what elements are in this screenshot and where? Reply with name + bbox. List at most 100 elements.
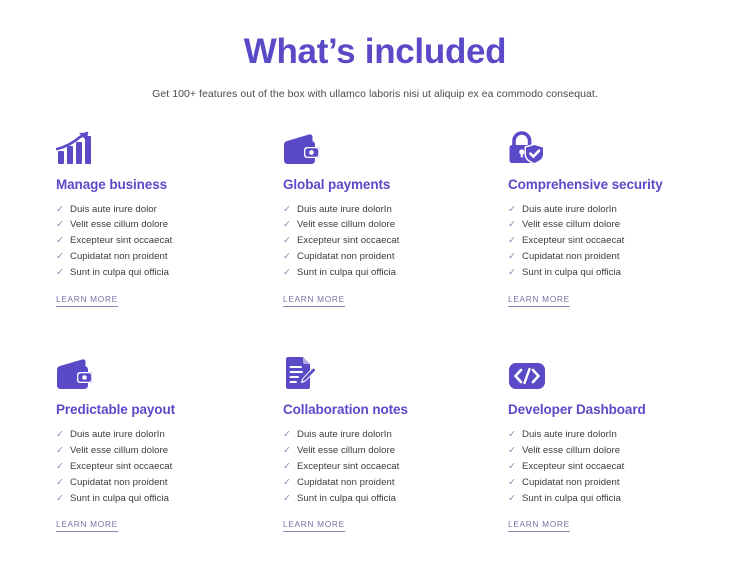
check-icon: ✓ (283, 251, 291, 263)
check-icon: ✓ (283, 267, 291, 279)
list-item-label: Sunt in culpa qui officia (297, 267, 396, 279)
feature-list: ✓ Duis aute irure dolor ✓ Velit esse cil… (56, 203, 283, 284)
check-icon: ✓ (283, 235, 291, 247)
list-item: ✓ Cupidatat non proident (283, 252, 508, 268)
list-item-label: Sunt in culpa qui officia (70, 492, 169, 504)
list-item: ✓ Sunt in culpa qui officia (56, 492, 283, 510)
feature-card-title: Developer Dashboard (508, 401, 646, 417)
list-item: ✓ Excepteur sint occaecat (508, 236, 710, 252)
feature-card-title: Collaboration notes (283, 401, 408, 417)
feature-card-comprehensive-security: Comprehensive security ✓ Duis aute irure… (508, 127, 710, 307)
list-item-label: Duis aute irure dolorIn (297, 428, 392, 440)
learn-more-link[interactable]: LEARN MORE (508, 294, 570, 307)
list-item-label: Duis aute irure dolorIn (70, 428, 165, 440)
feature-card-developer-dashboard: Developer Dashboard ✓ Duis aute irure do… (508, 352, 710, 533)
list-item-label: Cupidatat non proident (70, 476, 168, 488)
list-item: ✓ Excepteur sint occaecat (508, 462, 710, 478)
list-item-label: Duis aute irure dolorIn (522, 428, 617, 440)
check-icon: ✓ (283, 203, 291, 215)
check-icon: ✓ (56, 203, 64, 215)
feature-list: ✓ Duis aute irure dolorIn ✓ Velit esse c… (56, 430, 283, 509)
wallet-icon (56, 352, 283, 392)
feature-list: ✓ Duis aute irure dolorIn ✓ Velit esse c… (283, 430, 508, 509)
check-icon: ✓ (508, 251, 516, 263)
check-icon: ✓ (283, 460, 291, 472)
check-icon: ✓ (508, 476, 516, 488)
learn-more-link[interactable]: LEARN MORE (56, 294, 118, 307)
list-item-label: Excepteur sint occaecat (522, 235, 625, 247)
feature-list: ✓ Duis aute irure dolorIn ✓ Velit esse c… (283, 203, 508, 284)
page-subtitle: Get 100+ features out of the box with ul… (152, 87, 598, 100)
list-item-label: Sunt in culpa qui officia (297, 492, 396, 504)
features-page: What’s included Get 100+ features out of… (0, 0, 750, 577)
list-item-label: Cupidatat non proident (297, 476, 395, 488)
list-item-label: Duis aute irure dolorIn (522, 203, 617, 215)
list-item-label: Cupidatat non proident (70, 251, 168, 263)
list-item-label: Sunt in culpa qui officia (522, 267, 621, 279)
feature-card-title: Predictable payout (56, 401, 175, 417)
check-icon: ✓ (56, 476, 64, 488)
list-item: ✓ Excepteur sint occaecat (56, 236, 283, 252)
list-item-label: Sunt in culpa qui officia (522, 492, 621, 504)
check-icon: ✓ (283, 219, 291, 231)
list-item: ✓ Duis aute irure dolor (56, 203, 283, 221)
check-icon: ✓ (508, 428, 516, 440)
list-item-label: Velit esse cillum dolore (522, 444, 621, 456)
check-icon: ✓ (56, 428, 64, 440)
page-title: What’s included (243, 32, 507, 71)
feature-card-title: Comprehensive security (508, 176, 663, 192)
list-item: ✓ Sunt in culpa qui officia (508, 268, 710, 284)
list-item-label: Excepteur sint occaecat (297, 460, 400, 472)
feature-card-title: Global payments (283, 176, 391, 192)
learn-more-link[interactable]: LEARN MORE (56, 519, 118, 533)
check-icon: ✓ (508, 444, 516, 456)
list-item: ✓ Sunt in culpa qui officia (508, 492, 710, 510)
learn-more-link[interactable]: LEARN MORE (283, 519, 345, 533)
list-item-label: Excepteur sint occaecat (70, 235, 173, 247)
list-item-label: Velit esse cillum dolore (297, 444, 396, 456)
list-item: ✓ Duis aute irure dolorIn (508, 203, 710, 221)
list-item: ✓ Excepteur sint occaecat (283, 462, 508, 478)
check-icon: ✓ (508, 460, 516, 472)
list-item: ✓ Velit esse cillum dolore (283, 220, 508, 236)
list-item-label: Velit esse cillum dolore (70, 444, 169, 456)
check-icon: ✓ (283, 444, 291, 456)
check-icon: ✓ (56, 267, 64, 279)
code-brackets-icon (508, 352, 710, 392)
check-icon: ✓ (56, 235, 64, 247)
bar-chart-growth-icon (56, 127, 283, 167)
check-icon: ✓ (56, 251, 64, 263)
check-icon: ✓ (508, 235, 516, 247)
list-item: ✓ Velit esse cillum dolore (283, 446, 508, 462)
wallet-icon (283, 127, 508, 167)
list-item: ✓ Excepteur sint occaecat (283, 236, 508, 252)
list-item-label: Excepteur sint occaecat (70, 460, 173, 472)
learn-more-link[interactable]: LEARN MORE (283, 294, 345, 307)
list-item-label: Velit esse cillum dolore (297, 219, 396, 231)
list-item-label: Velit esse cillum dolore (522, 219, 621, 231)
list-item: ✓ Excepteur sint occaecat (56, 462, 283, 478)
list-item: ✓ Velit esse cillum dolore (508, 446, 710, 462)
list-item: ✓ Velit esse cillum dolore (508, 220, 710, 236)
list-item: ✓ Sunt in culpa qui officia (283, 268, 508, 284)
list-item: ✓ Cupidatat non proident (283, 478, 508, 494)
list-item-label: Velit esse cillum dolore (70, 219, 169, 231)
check-icon: ✓ (508, 203, 516, 215)
check-icon: ✓ (56, 444, 64, 456)
check-icon: ✓ (283, 476, 291, 488)
list-item: ✓ Duis aute irure dolorIn (283, 203, 508, 221)
list-item: ✓ Sunt in culpa qui officia (283, 492, 508, 510)
list-item-label: Cupidatat non proident (522, 476, 620, 488)
document-pencil-icon (283, 352, 508, 392)
list-item: ✓ Cupidatat non proident (56, 252, 283, 268)
learn-more-link[interactable]: LEARN MORE (508, 519, 570, 533)
list-item: ✓ Cupidatat non proident (508, 478, 710, 494)
feature-list: ✓ Duis aute irure dolorIn ✓ Velit esse c… (508, 430, 710, 509)
feature-card-predictable-payout: Predictable payout ✓ Duis aute irure dol… (56, 352, 283, 533)
check-icon: ✓ (283, 492, 291, 504)
check-icon: ✓ (283, 428, 291, 440)
list-item-label: Cupidatat non proident (297, 251, 395, 263)
list-item: ✓ Sunt in culpa qui officia (56, 268, 283, 284)
check-icon: ✓ (56, 460, 64, 472)
list-item: ✓ Velit esse cillum dolore (56, 220, 283, 236)
